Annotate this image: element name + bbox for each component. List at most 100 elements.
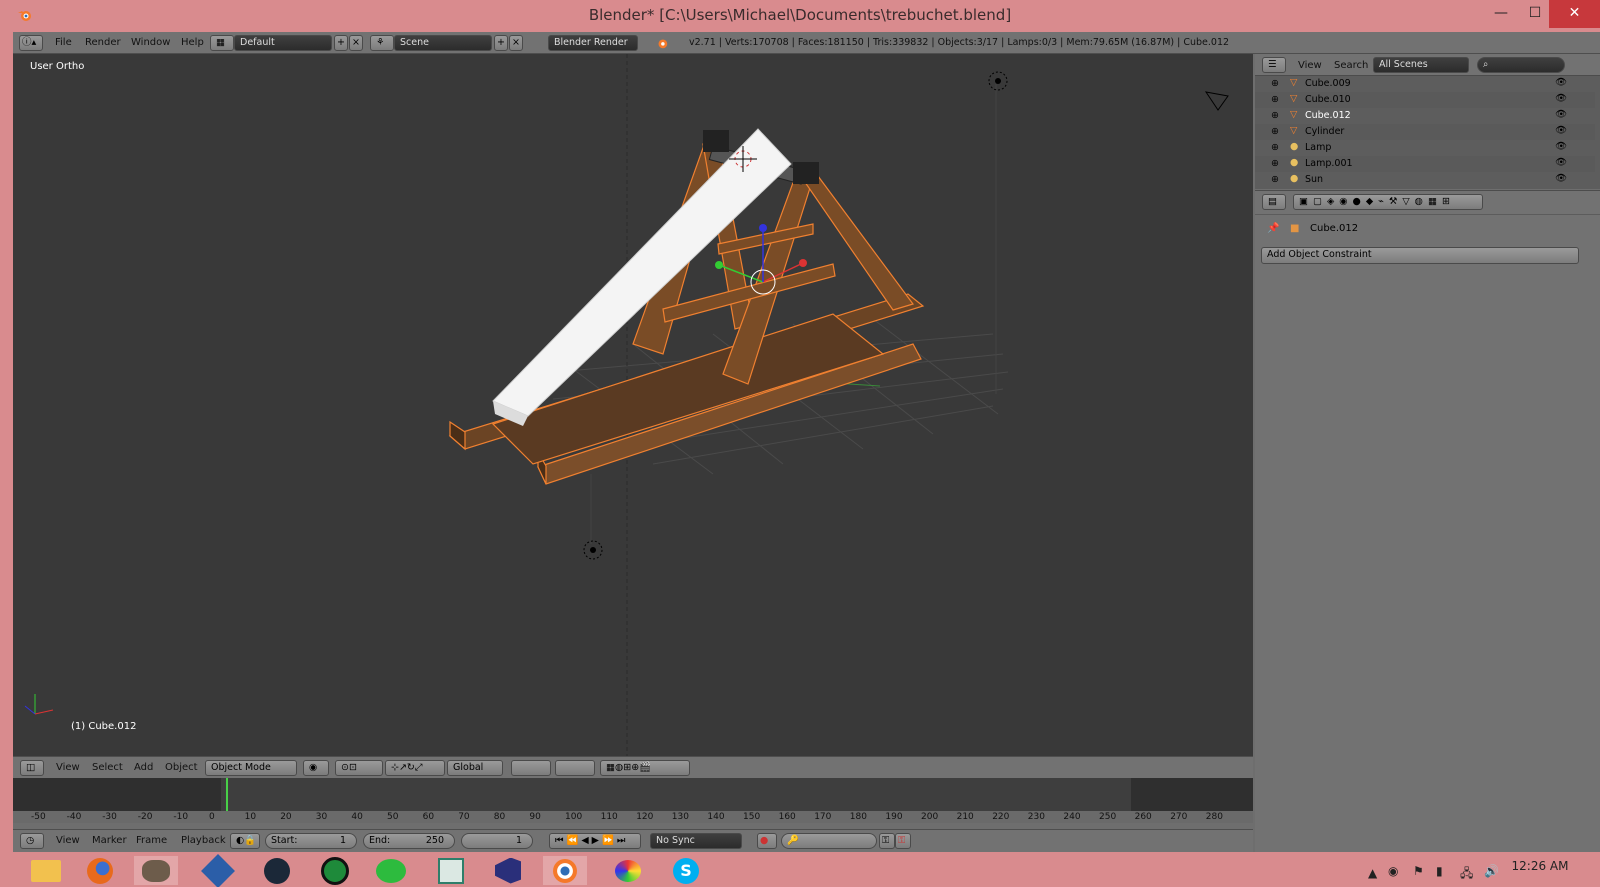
outliner-menu-search[interactable]: Search (1334, 60, 1368, 71)
scene-icon[interactable]: ⚘ (370, 35, 394, 51)
manipulator-icons[interactable]: ⊹↗↻⤢ (385, 760, 445, 776)
visibility-eye-icon[interactable]: 👁 (1555, 157, 1567, 168)
start-frame-field[interactable]: Start: 1 (265, 833, 357, 849)
outliner-item[interactable]: ⊕ ▽ Cube.010 👁 (1255, 92, 1595, 108)
tray-app-icon[interactable]: ◉ (1388, 864, 1398, 878)
layers-icon-2[interactable] (555, 760, 595, 776)
expand-icon[interactable]: ⊕ (1271, 174, 1279, 185)
power-icon[interactable]: ▮ (1436, 864, 1443, 878)
add-layout-icon[interactable]: + (334, 35, 348, 51)
blender-icon[interactable] (543, 856, 587, 885)
layout-field[interactable]: Default (234, 35, 332, 51)
clock-time[interactable]: 12:26 AM (1500, 859, 1580, 873)
properties-editor-icon[interactable]: ▤ (1262, 194, 1286, 210)
volume-icon[interactable]: 🔊 (1484, 864, 1499, 878)
3d-viewport[interactable]: User Ortho (1) Cube.012 (13, 54, 1253, 756)
paint-icon[interactable] (606, 856, 650, 885)
timeline-editor-icon[interactable]: ◷ (20, 833, 44, 849)
scene-field[interactable]: Scene (394, 35, 492, 51)
outliner-item[interactable]: ⊕ ● Sun 👁 (1255, 172, 1595, 188)
cloud-app-icon[interactable] (369, 856, 413, 885)
menu-file[interactable]: File (55, 37, 72, 48)
timeline-tick-label: 280 (1205, 812, 1223, 822)
outliner-scene-filter[interactable]: All Scenes (1373, 57, 1469, 73)
orientation-dropdown[interactable]: Global (447, 760, 503, 776)
outliner-menu-view[interactable]: View (1298, 60, 1322, 71)
visibility-eye-icon[interactable]: 👁 (1555, 173, 1567, 184)
visibility-eye-icon[interactable]: 👁 (1555, 93, 1567, 104)
sync-dropdown[interactable]: No Sync (650, 833, 742, 849)
view3d-menu-select[interactable]: Select (92, 762, 123, 773)
outliner-item[interactable]: ⊕ ● Lamp 👁 (1255, 140, 1595, 156)
delete-keyframe-icon[interactable]: ⚿ (895, 833, 911, 849)
timeline-menu-marker[interactable]: Marker (92, 835, 127, 846)
visibility-eye-icon[interactable]: 👁 (1555, 125, 1567, 136)
record-icon[interactable]: ● (757, 833, 777, 849)
timeline-ruler[interactable]: -50 -40 -30 -20 -10 0 10 20 30 40 50 60 70 80 90 100 110… (13, 811, 1253, 823)
expand-icon[interactable]: ⊕ (1271, 142, 1279, 153)
remove-layout-icon[interactable]: × (349, 35, 363, 51)
expand-icon[interactable]: ⊕ (1271, 158, 1279, 169)
add-scene-icon[interactable]: + (494, 35, 508, 51)
end-frame-field[interactable]: End: 250 (363, 833, 455, 849)
timeline-menu-view[interactable]: View (56, 835, 80, 846)
file-explorer-icon[interactable] (24, 856, 68, 885)
editor-type-info-icon[interactable]: ⓘ▴ (19, 35, 43, 51)
pivot-point-icon[interactable]: ⊙⊡ (335, 760, 383, 776)
properties-context-tabs[interactable]: ▣▢◈◉●◆⌁⚒▽◍▦⊞ (1293, 194, 1483, 210)
document-app-icon[interactable] (429, 856, 473, 885)
snap-tools-icons[interactable]: ▦◍⊞⊕🎬 (600, 760, 690, 776)
skype-icon[interactable]: S (664, 856, 708, 885)
mode-dropdown[interactable]: Object Mode (205, 760, 297, 776)
add-object-constraint-button[interactable]: Add Object Constraint (1261, 247, 1579, 264)
view3d-menu-object[interactable]: Object (165, 762, 198, 773)
network-icon[interactable]: 🖧 (1460, 864, 1473, 885)
timeline-tick-label: 220 (992, 812, 1010, 822)
timeline-tick-label: 10 (244, 812, 257, 822)
trebuchet-scene[interactable] (13, 54, 1253, 756)
timeline[interactable]: -50 -40 -30 -20 -10 0 10 20 30 40 50 60 70 80 90 100 110… (13, 778, 1253, 823)
layout-icon[interactable]: ▦ (210, 35, 234, 51)
outliner-search-input[interactable]: ⌕ (1477, 57, 1565, 73)
green-app-icon[interactable] (313, 856, 357, 885)
expand-icon[interactable]: ⊕ (1271, 126, 1279, 137)
minimize-button[interactable]: — (1482, 0, 1520, 28)
expand-icon[interactable]: ⊕ (1271, 110, 1279, 121)
3d-view-editor-icon[interactable]: ◫ (20, 760, 44, 776)
steam-icon[interactable] (255, 856, 299, 885)
outliner-item[interactable]: ⊕ ▽ Cylinder 👁 (1255, 124, 1595, 140)
outliner-item-selected[interactable]: ⊕ ▽ Cube.012 👁 (1255, 108, 1595, 124)
outliner-item[interactable]: ⊕ ● Lamp.001 👁 (1255, 156, 1595, 172)
insert-keyframe-icon[interactable]: ⚿ (879, 833, 895, 849)
layers-icon[interactable] (511, 760, 551, 776)
playback-controls[interactable]: ⏮⏪◀▶⏩⏭ (549, 833, 641, 849)
visibility-eye-icon[interactable]: 👁 (1555, 109, 1567, 120)
pin-icon[interactable]: 📌 (1267, 223, 1279, 234)
tray-expand-icon[interactable]: ▲ (1368, 866, 1377, 880)
expand-icon[interactable]: ⊕ (1271, 78, 1279, 89)
gimp-icon[interactable] (134, 856, 178, 885)
close-button[interactable]: ✕ (1549, 0, 1600, 28)
timeline-menu-playback[interactable]: Playback (181, 835, 226, 846)
firefox-icon[interactable] (78, 856, 122, 885)
menu-window[interactable]: Window (131, 37, 170, 48)
expand-icon[interactable]: ⊕ (1271, 94, 1279, 105)
menu-render[interactable]: Render (85, 37, 121, 48)
visibility-eye-icon[interactable]: 👁 (1555, 77, 1567, 88)
visual-studio-icon[interactable] (486, 856, 530, 885)
timeline-menu-frame[interactable]: Frame (136, 835, 167, 846)
viewport-shading-icon[interactable]: ◉ (303, 760, 329, 776)
render-engine-dropdown[interactable]: Blender Render (548, 35, 638, 51)
flag-icon[interactable]: ⚑ (1413, 864, 1424, 878)
view3d-menu-add[interactable]: Add (134, 762, 153, 773)
remove-scene-icon[interactable]: × (509, 35, 523, 51)
keying-set-field[interactable]: 🔑 (781, 833, 877, 849)
preview-range-icon[interactable]: ◐🔒 (230, 833, 260, 849)
view3d-menu-view[interactable]: View (56, 762, 80, 773)
pen-app-icon[interactable] (196, 853, 240, 887)
current-frame-field[interactable]: 1 (461, 833, 533, 849)
menu-help[interactable]: Help (181, 37, 204, 48)
outliner-item[interactable]: ⊕ ▽ Cube.009 👁 (1255, 76, 1595, 92)
visibility-eye-icon[interactable]: 👁 (1555, 141, 1567, 152)
outliner-editor-icon[interactable]: ☰ (1262, 57, 1286, 73)
